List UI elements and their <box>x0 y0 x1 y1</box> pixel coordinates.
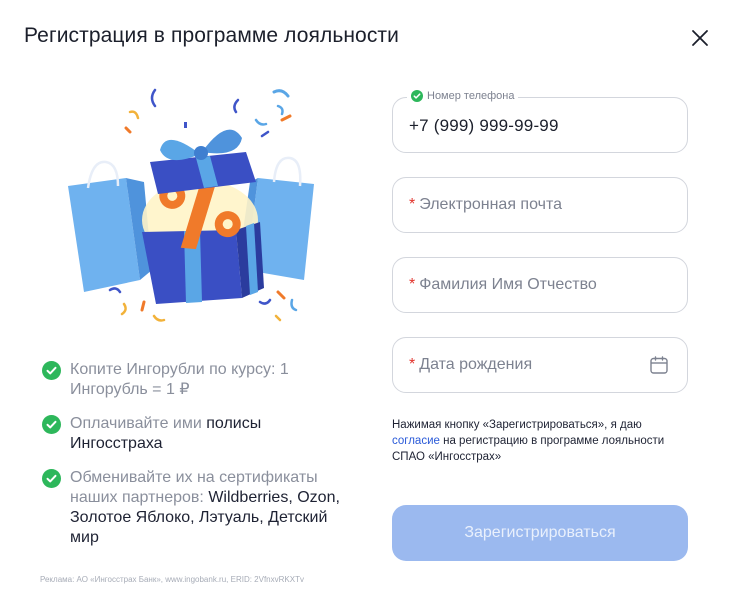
phone-field[interactable]: Номер телефона +7 (999) 999-99-99 <box>392 90 688 153</box>
full-name-field[interactable]: * Фамилия Имя Отчество <box>392 257 688 313</box>
benefit-text: Копите Ингорубли по курсу: 1 Ингорубль =… <box>70 361 289 398</box>
email-placeholder: * Электронная почта <box>409 196 563 213</box>
benefit-item: Обменивайте их на сертификаты наших парт… <box>42 468 342 548</box>
consent-text: Нажимая кнопку «Зарегистрироваться», я д… <box>392 419 665 463</box>
benefit-item: Оплачивайте ими полисы Ингосстраха <box>42 414 342 454</box>
gift-box-with-percent-icon <box>60 70 340 340</box>
benefit-text: Обменивайте их на сертификаты наших парт… <box>70 469 340 546</box>
check-icon <box>42 469 61 488</box>
check-icon <box>42 361 61 380</box>
close-icon[interactable] <box>688 26 712 50</box>
benefits-list: Копите Ингорубли по курсу: 1 Ингорубль =… <box>42 360 342 562</box>
ad-disclaimer: Реклама: АО «Ингосстрах Банк», www.ingob… <box>40 575 304 584</box>
phone-field-label: Номер телефона <box>407 90 519 102</box>
consent-link[interactable]: согласие <box>392 435 440 447</box>
birth-date-field[interactable]: * Дата рождения <box>392 337 688 393</box>
phone-value: +7 (999) 999-99-99 <box>409 116 559 135</box>
email-field[interactable]: * Электронная почта <box>392 177 688 233</box>
benefit-item: Копите Ингорубли по курсу: 1 Ингорубль =… <box>42 360 342 400</box>
valid-check-icon <box>411 90 423 102</box>
register-button[interactable]: Зарегистрироваться <box>392 505 688 561</box>
birth-date-placeholder: * Дата рождения <box>409 356 533 373</box>
full-name-placeholder: * Фамилия Имя Отчество <box>409 276 597 293</box>
registration-modal: Регистрация в программе лояльности Копит… <box>0 0 736 609</box>
check-icon <box>42 415 61 434</box>
benefit-text: Оплачивайте ими полисы Ингосстраха <box>70 415 262 452</box>
modal-title: Регистрация в программе лояльности <box>24 24 399 47</box>
calendar-icon[interactable] <box>649 355 669 375</box>
